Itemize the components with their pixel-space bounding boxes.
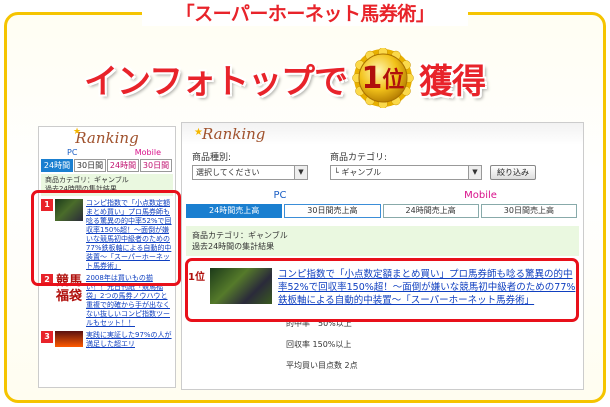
chevron-down-icon: ▼ xyxy=(468,166,481,179)
tab-pc-30d-sales[interactable]: 30日間売上高 xyxy=(284,204,381,218)
tab-pc-30d[interactable]: 30日間 xyxy=(74,159,106,172)
ranking-logo-text: Ranking xyxy=(202,125,266,143)
product-type-value: 選択してください xyxy=(196,168,260,177)
medal-kanji: 位 xyxy=(382,68,405,93)
period-text: 過去24時間の集計結果 xyxy=(192,242,275,251)
tab-pc-24h[interactable]: 24時間 xyxy=(41,159,73,172)
ranking-logo: ★ Ranking xyxy=(39,127,175,147)
category-select[interactable]: └ ギャンブル ▼ xyxy=(330,165,482,180)
recovery-rate-stat: 回収率 150%以上 xyxy=(286,340,352,349)
headline-part1: インフォトップで xyxy=(84,61,348,102)
star-icon: ★ xyxy=(73,127,82,137)
ranking-logo-text: Ranking xyxy=(75,129,139,147)
pc-label: PC xyxy=(67,148,78,157)
tab-pc-24h-sales[interactable]: 24時間売上高 xyxy=(186,204,283,218)
tab-mobile-24h[interactable]: 24時間 xyxy=(107,159,139,172)
category-text: 商品カテゴリ：ギャンブル xyxy=(45,176,129,184)
product-type-filter: 商品種別: 選択してください ▼ xyxy=(192,153,308,180)
tab-mobile-30d[interactable]: 30日間 xyxy=(140,159,172,172)
narrow-down-button[interactable]: 絞り込み xyxy=(490,165,536,180)
headline: インフォトップで 1 位 獲得 xyxy=(84,47,486,109)
mobile-tabs: 24時間 30日間 24時間 30日間 xyxy=(41,159,173,172)
product-type-select[interactable]: 選択してください ▼ xyxy=(192,165,308,180)
item-link[interactable]: 実践に実証した97%の人が満足した超エリ xyxy=(86,331,173,349)
pc-label: PC xyxy=(273,190,287,201)
headline-part2: 獲得 xyxy=(418,61,486,102)
category-filter: 商品カテゴリ: └ ギャンブル ▼ xyxy=(330,153,482,180)
pc-ranking-panel: ★ Ranking 商品種別: 選択してください ▼ 商品カテゴリ: └ ギャン… xyxy=(181,122,584,390)
mobile-label: Mobile xyxy=(464,190,497,201)
pc-mobile-labels: PC Mobile xyxy=(182,189,583,203)
medal-number: 1 xyxy=(361,60,383,96)
category-value: └ ギャンブル xyxy=(334,168,382,177)
chevron-down-icon: ▼ xyxy=(294,166,307,179)
product-thumbnail xyxy=(55,331,83,347)
ranking-logo: ★ Ranking xyxy=(182,123,583,145)
category-box: 商品カテゴリ：ギャンブル 過去24時間の集計結果 xyxy=(186,226,579,256)
medal-label: 1 位 xyxy=(351,48,415,108)
rank-badge: 3 xyxy=(41,331,53,343)
pc-tabs: 24時間売上高 30日間売上高 24時間売上高 30日間売上高 xyxy=(186,204,579,218)
highlight-ring-left xyxy=(31,190,181,286)
star-icon: ★ xyxy=(194,127,203,138)
product-type-label: 商品種別: xyxy=(192,153,232,163)
category-text: 商品カテゴリ：ギャンブル xyxy=(192,231,288,240)
filter-row: 商品種別: 選択してください ▼ 商品カテゴリ: └ ギャンブル ▼ 絞り込み xyxy=(182,153,583,180)
first-place-medal-icon: 1 位 xyxy=(351,47,415,109)
tab-mobile-24h-sales[interactable]: 24時間売上高 xyxy=(382,204,479,218)
product-title: 「スーパーホーネット馬券術」 xyxy=(142,2,468,26)
highlight-ring-right xyxy=(185,258,579,322)
pc-mobile-labels: PC Mobile xyxy=(39,147,175,158)
list-item: 3 実践に実証した97%の人が満足した超エリ xyxy=(41,331,173,349)
average-bets-stat: 平均買い目点数 2点 xyxy=(286,361,358,370)
tab-mobile-30d-sales[interactable]: 30日間売上高 xyxy=(480,204,577,218)
category-label: 商品カテゴリ: xyxy=(330,153,388,163)
mobile-label: Mobile xyxy=(134,148,161,157)
